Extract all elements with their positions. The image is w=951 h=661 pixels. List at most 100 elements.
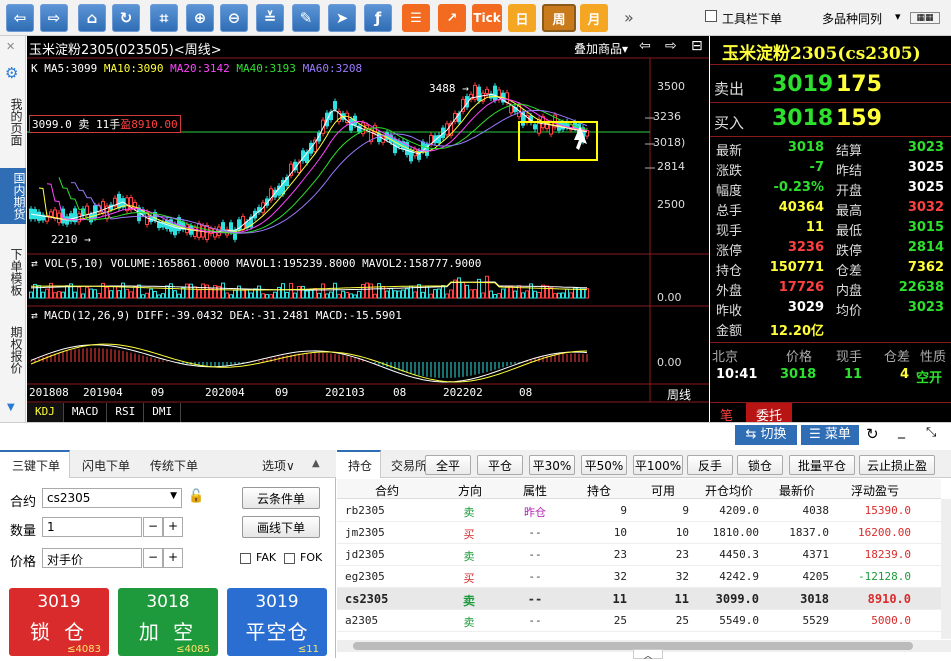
tab-rsi[interactable]: RSI <box>107 403 145 422</box>
multi-column-label[interactable]: 多品种同列 <box>822 10 882 27</box>
list-icon[interactable]: ☰ <box>402 4 430 32</box>
month-button[interactable]: 月 <box>580 4 608 32</box>
period-label: 周线 <box>667 388 692 402</box>
chevron-down-icon[interactable]: ▾ <box>895 10 901 23</box>
function-icon[interactable]: ƒ <box>364 4 392 32</box>
resize-icon[interactable]: ⤡ <box>926 425 936 440</box>
layout-icon[interactable]: ⊟ <box>691 38 703 54</box>
col-pos[interactable]: 持仓 <box>587 482 611 499</box>
table-row[interactable]: cs2305 卖 -- 11 11 3099.0 3018 8910.0 <box>337 588 941 610</box>
tab-dmi[interactable]: DMI <box>144 403 182 422</box>
table-cell-dir: 卖 <box>462 594 475 608</box>
close-50-button[interactable]: 平50% <box>581 455 627 475</box>
minus-icon[interactable]: − <box>143 548 163 568</box>
col-avail[interactable]: 可用 <box>651 482 675 499</box>
col-pnl[interactable]: 浮动盈亏 <box>851 482 899 499</box>
sidebar-item-my-page[interactable]: 我的页面 <box>3 98 23 146</box>
order-panel: 三键下单 闪电下单 传统下单 选项∨ ▲ 合约 cs2305 ▼ 🔓 云条件单 数… <box>0 450 336 658</box>
table-row[interactable]: rb2305 卖 昨仓 9 9 4209.0 4038 15390.0 <box>337 500 941 522</box>
tab-classic-order[interactable]: 传统下单 <box>150 457 198 474</box>
overlay-dropdown[interactable]: 叠加商品▾ <box>574 40 628 57</box>
fok-checkbox[interactable] <box>284 553 295 564</box>
collapse-icon[interactable]: ▲ <box>312 458 320 469</box>
batch-close-button[interactable]: 批量平仓 <box>789 455 855 475</box>
col-open-avg[interactable]: 开仓均价 <box>705 482 753 499</box>
add-short-button[interactable]: 3018 加 空 ≤4085 <box>118 588 218 656</box>
col-contract[interactable]: 合约 <box>375 482 399 499</box>
minus-icon[interactable]: − <box>143 517 163 537</box>
toolbar-order-checkbox[interactable] <box>705 10 717 22</box>
chart-trend-icon[interactable]: ↗ <box>438 4 466 32</box>
sidebar-item-option-quote[interactable]: 期权报价 <box>3 326 23 374</box>
pen-icon[interactable]: ✎ <box>292 4 320 32</box>
tab-kdj[interactable]: KDJ <box>27 403 64 422</box>
bid-price[interactable]: 3018 <box>772 106 833 131</box>
formula-icon[interactable]: ≚ <box>256 4 284 32</box>
table-cell-dir: 卖 <box>463 550 475 563</box>
sidebar-item-domestic-futures[interactable]: 国内期货 <box>0 168 26 224</box>
col-last[interactable]: 最新价 <box>779 482 815 499</box>
cloud-stop-button[interactable]: 云止损止盈 <box>859 455 935 475</box>
plus-icon[interactable]: + <box>163 517 183 537</box>
tab-macd[interactable]: MACD <box>64 403 108 422</box>
forward-arrow-icon[interactable]: ⇨ <box>40 4 68 32</box>
col-direction[interactable]: 方向 <box>458 482 482 499</box>
switch-button[interactable]: ⇆ 切换 <box>735 425 797 445</box>
position-line-label[interactable]: 3099.0 卖 11手盈8910.00 <box>29 115 181 133</box>
lock-icon[interactable]: 🔓 <box>188 489 204 504</box>
right-arrow-icon[interactable]: ⇨ <box>665 38 677 54</box>
close-button[interactable]: 平仓 <box>477 455 523 475</box>
back-arrow-icon[interactable]: ⇦ <box>6 4 34 32</box>
volume-bar <box>317 292 321 299</box>
table-row[interactable]: eg2305 买 -- 32 32 4242.9 4205 -12128.0 <box>337 566 941 588</box>
draw-line-order-button[interactable]: 画线下单 <box>242 516 320 538</box>
tick-button[interactable]: Tick <box>472 4 502 32</box>
lock-position-button[interactable]: 3019 锁 仓 ≤4083 <box>9 588 109 656</box>
ask-price[interactable]: 3019 <box>772 72 833 97</box>
close-100-button[interactable]: 平100% <box>633 455 683 475</box>
cloud-condition-button[interactable]: 云条件单 <box>242 487 320 509</box>
left-arrow-icon[interactable]: ⇦ <box>639 38 651 54</box>
grid-icon[interactable]: ▦▦ <box>910 12 940 24</box>
qty-input[interactable]: 1 <box>42 517 142 537</box>
crop-icon[interactable]: ⌗ <box>150 4 178 32</box>
minimize-icon[interactable]: _ <box>898 423 905 439</box>
position-lots: 11手 <box>96 118 121 131</box>
gear-icon[interactable]: ⚙ <box>5 64 18 82</box>
close-all-button[interactable]: 全平 <box>425 455 471 475</box>
table-cell-open: 4450.3 <box>719 548 759 561</box>
candle-body <box>477 86 481 102</box>
tab-positions[interactable]: 持仓 <box>348 457 372 474</box>
table-row[interactable]: jm2305 买 -- 10 10 1810.00 1837.0 16200.00 <box>337 522 941 544</box>
price-input[interactable]: 对手价 <box>42 548 142 568</box>
zoom-in-icon[interactable]: ⊕ <box>186 4 214 32</box>
options-dropdown[interactable]: 选项∨ <box>262 457 295 474</box>
tab-three-key-order[interactable]: 三键下单 <box>12 457 60 474</box>
day-button[interactable]: 日 <box>508 4 536 32</box>
more-chevron-icon[interactable]: » <box>624 8 634 27</box>
tab-orders[interactable]: 委托 <box>746 403 793 424</box>
tab-flash-order[interactable]: 闪电下单 <box>82 457 130 474</box>
table-row[interactable]: a2305 卖 -- 25 25 5549.0 5529 5000.0 <box>337 610 941 632</box>
contract-select[interactable]: cs2305 ▼ <box>42 488 182 508</box>
menu-button[interactable]: ☰ 菜单 <box>801 425 859 445</box>
zoom-out-icon[interactable]: ⊖ <box>220 4 248 32</box>
col-attr[interactable]: 属性 <box>523 482 547 499</box>
plus-icon[interactable]: + <box>163 548 183 568</box>
reverse-button[interactable]: 反手 <box>687 455 733 475</box>
table-row[interactable]: jd2305 卖 -- 23 23 4450.3 4371 18239.0 <box>337 544 941 566</box>
week-button[interactable]: 周 <box>542 4 576 32</box>
close-30-button[interactable]: 平30% <box>529 455 575 475</box>
refresh-icon[interactable]: ↻ <box>866 425 879 443</box>
close-icon[interactable]: ✕ <box>6 40 15 53</box>
vertical-scrollbar[interactable] <box>941 499 951 639</box>
home-icon[interactable]: ⌂ <box>78 4 106 32</box>
sidebar-item-order-template[interactable]: 下单模板 <box>3 248 23 296</box>
refresh-icon[interactable]: ↻ <box>112 4 140 32</box>
chevron-down-icon[interactable]: ▼ <box>7 402 15 413</box>
fak-checkbox[interactable] <box>240 553 251 564</box>
cursor-icon[interactable]: ➤ <box>328 4 356 32</box>
lock-button[interactable]: 锁仓 <box>737 455 783 475</box>
kline-chart[interactable]: 玉米淀粉2305(023505)<周线> 叠加商品▾ ⇦ ⇨ ⊟ K MA5:3… <box>27 36 709 422</box>
close-short-button[interactable]: 3019 平空仓 ≤11 <box>227 588 327 656</box>
